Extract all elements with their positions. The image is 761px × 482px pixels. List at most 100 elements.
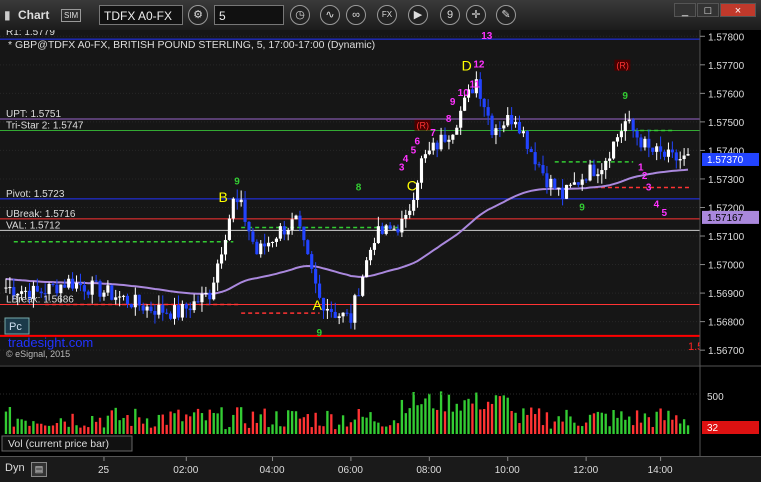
candle <box>216 263 220 283</box>
candle <box>192 301 196 311</box>
candle <box>541 165 545 174</box>
volume-bar <box>236 407 239 434</box>
candle <box>59 284 63 294</box>
volume-bar <box>138 417 141 434</box>
volume-bar <box>243 423 247 434</box>
candle <box>20 291 24 294</box>
candle <box>572 182 576 185</box>
volume-bar <box>353 419 357 434</box>
volume-bar <box>647 417 651 434</box>
volume-bar <box>600 412 603 434</box>
y-tick-label: 1.56700 <box>708 346 745 357</box>
candle <box>592 164 596 177</box>
volume-bar <box>463 400 466 434</box>
candle <box>251 231 255 242</box>
volume-bar <box>361 416 364 434</box>
candle <box>623 121 627 132</box>
volume-bar <box>185 414 188 434</box>
current-price-label: 1.57370 <box>707 155 744 166</box>
volume-bar <box>263 408 266 434</box>
volume-bar <box>141 423 145 434</box>
x-tick-label: 14:00 <box>648 465 673 476</box>
volume-bar <box>479 409 482 434</box>
candle <box>580 179 584 185</box>
nine-icon[interactable]: 9 <box>440 5 460 25</box>
volume-bar <box>432 408 435 434</box>
candle <box>419 158 424 183</box>
gear-icon[interactable]: ⚙ <box>188 5 208 25</box>
candle <box>435 142 439 150</box>
candle <box>333 311 337 318</box>
y-tick-label: 1.56900 <box>708 289 745 300</box>
volume-bar <box>161 414 164 434</box>
candle <box>196 301 200 303</box>
volume-bar <box>153 426 157 434</box>
candle <box>674 152 678 161</box>
volume-bar <box>298 418 302 434</box>
volume-bar <box>545 412 549 434</box>
volume-bar <box>451 411 455 434</box>
volume-bar <box>118 420 121 434</box>
candle <box>423 154 427 159</box>
volume-bar <box>592 413 596 434</box>
copyright: © eSignal, 2015 <box>6 349 70 359</box>
link-icon[interactable]: ∞ <box>346 5 366 25</box>
candle <box>666 149 671 157</box>
candle <box>129 303 133 308</box>
volume-bar <box>577 425 580 434</box>
volume-bar <box>189 416 192 434</box>
candle <box>670 149 674 153</box>
y-tick-label: 1.57100 <box>708 232 745 243</box>
candle <box>686 154 690 156</box>
tools-icon[interactable]: ✎ <box>496 5 516 25</box>
count-label: 9 <box>234 177 240 188</box>
price-chart[interactable]: ABCD131211109876543(R)(R)8999912345 UPT:… <box>0 30 761 456</box>
interval-input[interactable]: 5 <box>214 5 284 25</box>
volume-bar <box>518 423 521 434</box>
volume-bar <box>114 407 117 434</box>
count-label: 3 <box>646 182 652 193</box>
volume-bar <box>247 427 251 434</box>
volume-bar <box>443 411 447 434</box>
minimize-button[interactable]: _ <box>674 3 696 17</box>
candle <box>82 285 86 292</box>
volume-bar <box>392 420 396 434</box>
close-button[interactable]: × <box>720 3 756 17</box>
symbol-input[interactable]: TDFX A0-FX <box>99 5 183 25</box>
x-tick-label: 06:00 <box>338 465 363 476</box>
candle <box>184 303 188 309</box>
volume-bar <box>439 391 443 434</box>
watermark: tradesight.com <box>8 335 93 350</box>
volume-bar <box>486 401 490 434</box>
volume-bar <box>581 426 584 434</box>
candle <box>568 184 573 186</box>
volume-bar <box>502 395 505 434</box>
volume-bar <box>165 424 168 434</box>
candle <box>639 137 643 148</box>
reversal-label: (R) <box>616 61 629 71</box>
volume-bar <box>51 425 55 434</box>
volume-bar <box>306 414 309 434</box>
candle <box>267 242 271 247</box>
volume-bar <box>36 423 39 434</box>
volume-bar <box>659 408 662 434</box>
fx-icon[interactable]: FX <box>377 5 397 25</box>
volume-bar <box>310 427 313 434</box>
count-label: 8 <box>446 114 452 125</box>
cursor-icon[interactable]: ✛ <box>466 5 486 25</box>
volume-bar <box>59 418 63 434</box>
count-label: 2 <box>642 171 648 182</box>
toolbar: ▮ Chart SIM TDFX A0-FX ⚙ 5 ◷ ∿ ∞ FX ▶ 9 … <box>0 0 761 31</box>
candle <box>655 146 659 152</box>
candle <box>682 155 686 160</box>
play-icon[interactable]: ▶ <box>408 5 428 25</box>
volume-bar <box>181 421 184 434</box>
candle <box>74 282 79 289</box>
draw-icon[interactable]: ∿ <box>320 5 340 25</box>
clock-icon[interactable]: ◷ <box>290 5 310 25</box>
candle <box>125 295 130 304</box>
volume-label: Vol (current price bar) <box>8 438 109 450</box>
volume-bar <box>377 422 380 434</box>
maximize-button[interactable]: □ <box>697 3 719 17</box>
volume-bar <box>216 413 219 434</box>
